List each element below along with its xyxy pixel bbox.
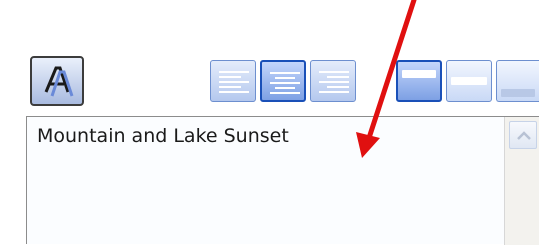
- font-button[interactable]: [30, 56, 84, 106]
- valign-middle-button[interactable]: [446, 60, 492, 102]
- align-right-icon: [319, 71, 349, 93]
- chevron-up-icon: [517, 131, 531, 140]
- valign-top-button[interactable]: [396, 60, 442, 102]
- scroll-up-button[interactable]: [509, 121, 537, 149]
- caption-text: Mountain and Lake Sunset: [37, 125, 289, 147]
- align-right-button[interactable]: [310, 60, 356, 102]
- align-left-button[interactable]: [210, 60, 256, 102]
- valign-middle-icon: [451, 77, 487, 85]
- font-style-icon: [44, 66, 74, 97]
- vertical-scrollbar[interactable]: [504, 117, 539, 245]
- valign-bottom-button[interactable]: [496, 60, 539, 102]
- align-left-icon: [219, 71, 249, 93]
- align-center-button[interactable]: [260, 60, 306, 102]
- valign-top-icon: [402, 70, 436, 78]
- valign-bottom-icon: [501, 89, 535, 97]
- align-center-icon: [270, 72, 300, 94]
- formatting-toolbar: [0, 0, 539, 118]
- caption-textbox[interactable]: Mountain and Lake Sunset: [26, 116, 539, 245]
